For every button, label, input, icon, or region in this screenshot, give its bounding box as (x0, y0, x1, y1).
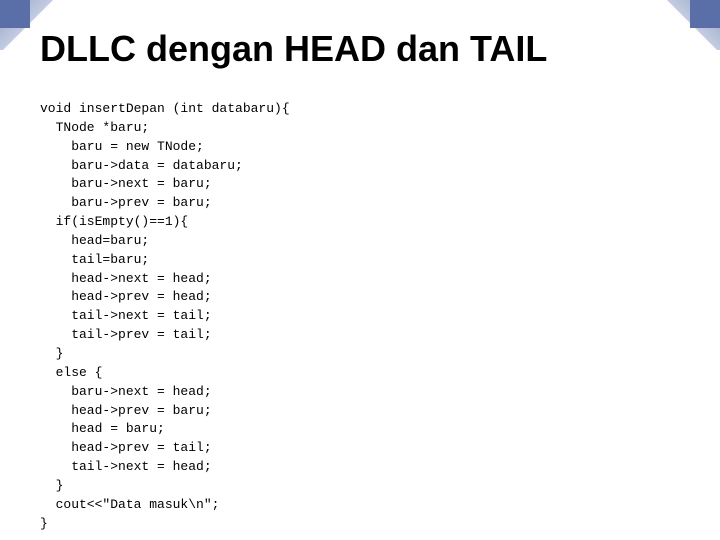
decorative-corner-tr (665, 0, 720, 50)
decorative-corner-tl-inner (0, 0, 30, 28)
decorative-corner-tr-inner (690, 0, 720, 28)
page-title: DLLC dengan HEAD dan TAIL (40, 28, 547, 70)
code-block: void insertDepan (int databaru){ TNode *… (40, 100, 290, 533)
